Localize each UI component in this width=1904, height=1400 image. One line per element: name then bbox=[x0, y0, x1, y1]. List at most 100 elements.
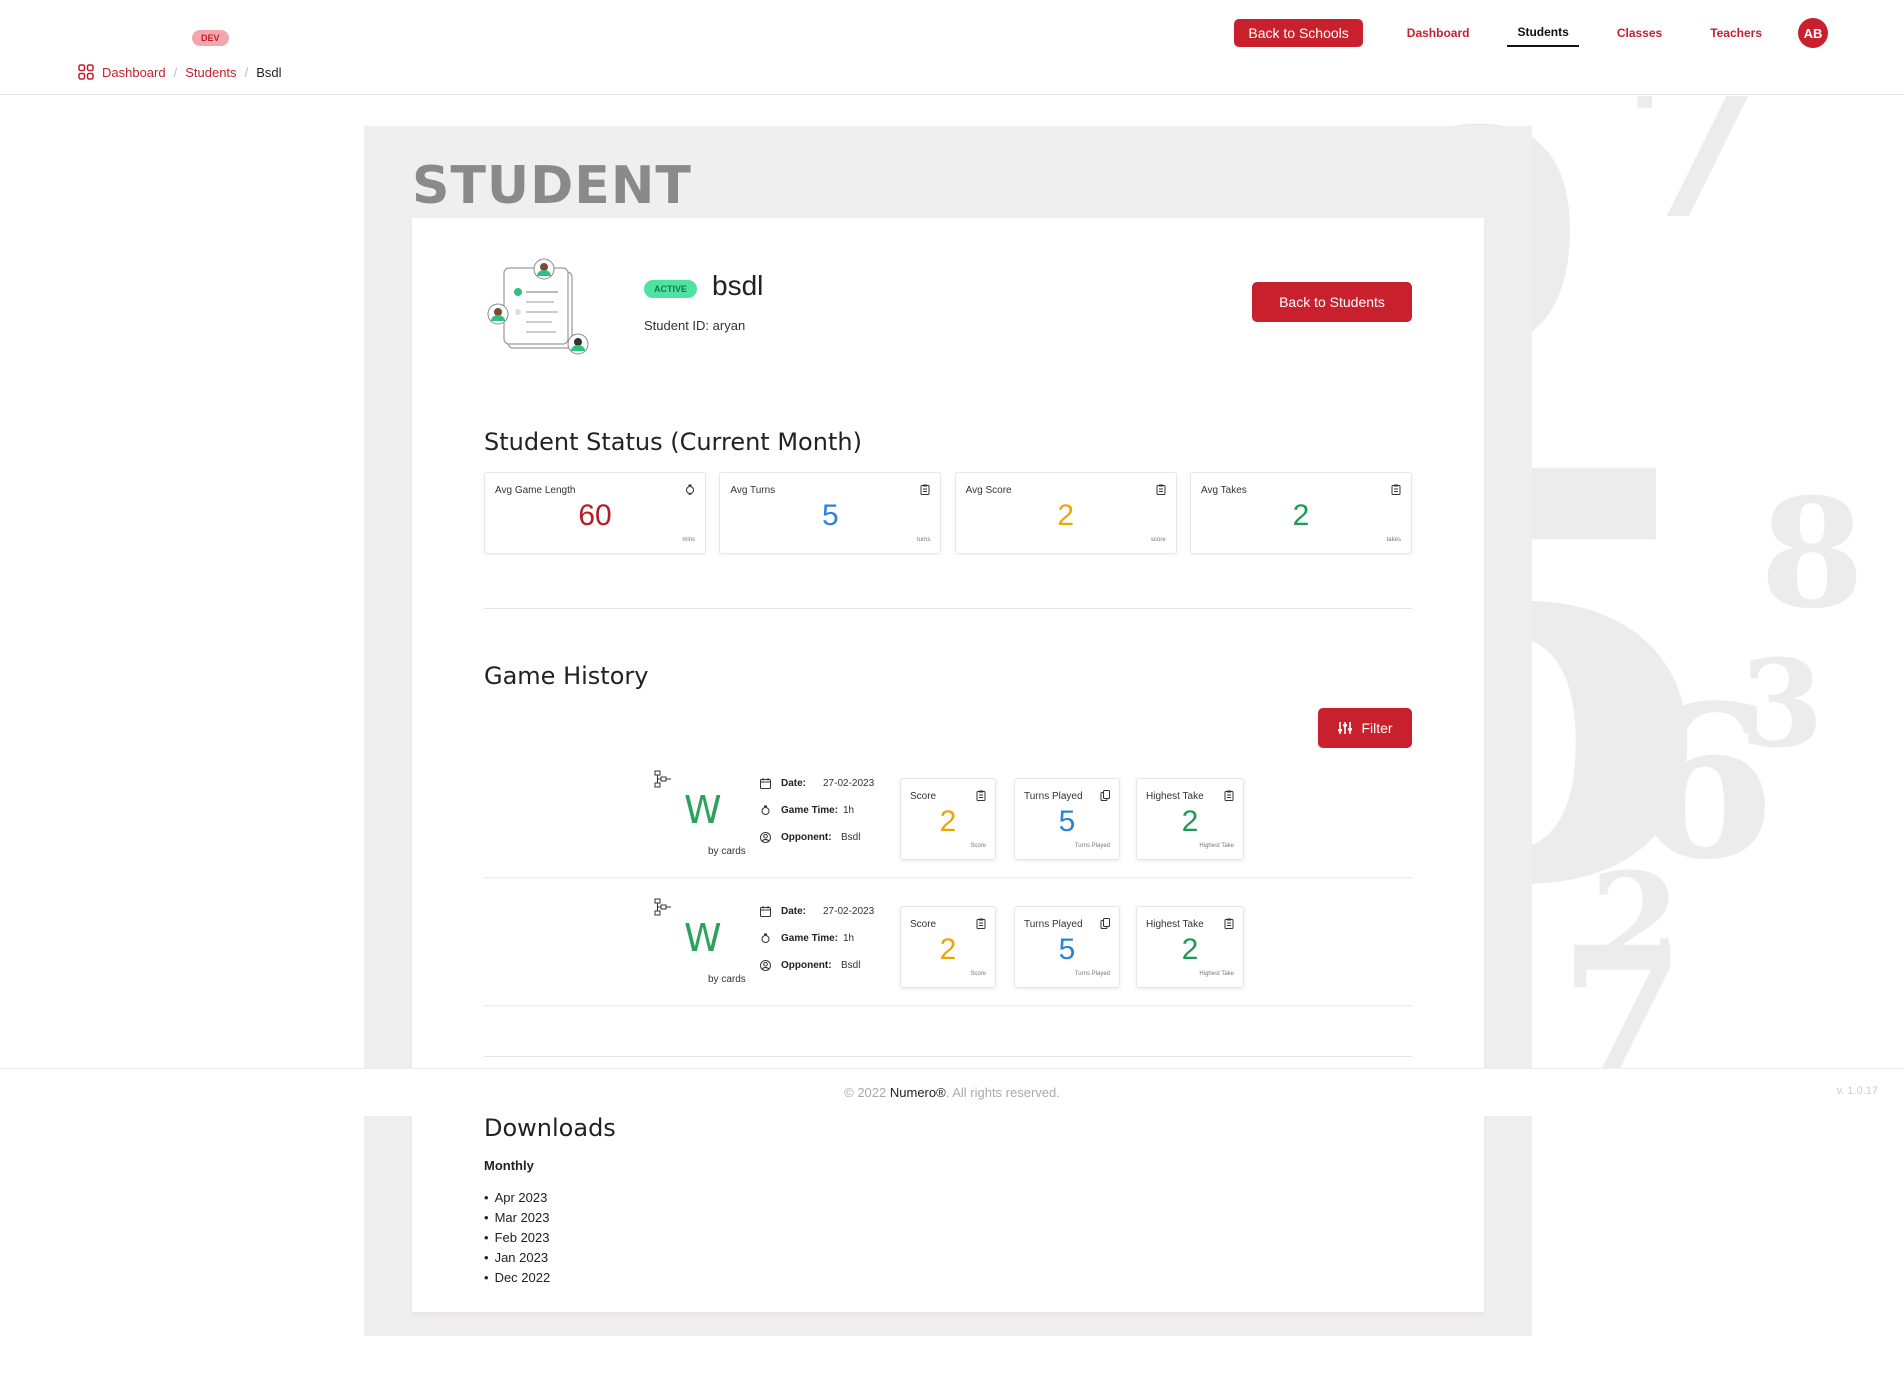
page-title: STUDENT bbox=[412, 156, 692, 216]
breadcrumb-separator: / bbox=[173, 64, 178, 80]
download-link-jan-2023[interactable]: Jan 2023 bbox=[484, 1248, 550, 1268]
stat-card-avg-takes: Avg Takes 2 takes bbox=[1189, 472, 1412, 554]
stat-value: 2 bbox=[1057, 499, 1074, 532]
download-link-dec-2022[interactable]: Dec 2022 bbox=[484, 1268, 551, 1288]
game-time: Game Time: 1h bbox=[760, 933, 854, 944]
game-score-card: Score 2 Score bbox=[900, 778, 996, 860]
stat-card-avg-score: Avg Score 2 score bbox=[954, 472, 1177, 554]
copyright: © 2022 Numero®. All rights reserved. bbox=[0, 1085, 1904, 1100]
stat-label: Avg Turns bbox=[730, 485, 776, 496]
turns-label: Turns Played bbox=[1024, 791, 1083, 802]
game-opponent: Opponent: Bsdl bbox=[760, 832, 860, 843]
clipboard-icon bbox=[976, 790, 986, 801]
game-tree-icon bbox=[654, 770, 671, 788]
user-circle-icon bbox=[760, 832, 771, 843]
breadcrumb-dashboard[interactable]: Dashboard bbox=[102, 65, 166, 80]
clipboard-icon bbox=[1156, 484, 1166, 495]
svg-text:0: 0 bbox=[1600, 694, 1690, 847]
footer: © 2022 Numero®. All rights reserved. v. … bbox=[0, 1068, 1904, 1116]
svg-text:3: 3 bbox=[1740, 634, 1824, 775]
calendar-icon bbox=[760, 906, 771, 917]
game-win-method: by cards bbox=[708, 846, 746, 857]
stat-unit: turns bbox=[916, 537, 931, 543]
stat-value: 60 bbox=[578, 499, 612, 532]
highest-take-label: Highest Take bbox=[1146, 919, 1204, 930]
stat-card-avg-game-length: Avg Game Length 60 mins bbox=[484, 472, 706, 554]
game-history-row[interactable]: W by cards Date: 27-02-2023 Game Time: 1… bbox=[484, 766, 1412, 878]
cards-icon bbox=[1100, 790, 1110, 801]
download-link-feb-2023[interactable]: Feb 2023 bbox=[484, 1228, 550, 1248]
date-value: 27-02-2023 bbox=[823, 906, 875, 917]
game-time-label: Game Time: bbox=[781, 805, 839, 816]
game-highest-take-card: Highest Take 2 Highest Take bbox=[1136, 778, 1244, 860]
back-to-students-button[interactable]: Back to Students bbox=[1252, 282, 1412, 322]
stat-card-avg-turns: Avg Turns 5 turns bbox=[719, 472, 942, 554]
clock-icon bbox=[686, 484, 694, 495]
opponent-value: Bsdl bbox=[841, 832, 861, 843]
brand-name: Numero® bbox=[889, 1085, 946, 1100]
stat-value: 5 bbox=[821, 499, 839, 532]
breadcrumb-students[interactable]: Students bbox=[185, 65, 236, 80]
clipboard-icon bbox=[976, 918, 986, 929]
clipboard-icon bbox=[1224, 918, 1234, 929]
user-avatar[interactable]: AB bbox=[1798, 18, 1828, 48]
opponent-value: Bsdl bbox=[841, 960, 861, 971]
nav-classes[interactable]: Classes bbox=[1607, 20, 1672, 46]
downloads-heading: Downloads bbox=[484, 1114, 616, 1142]
student-card: ACTIVE bsdl Student ID: aryan Back to St… bbox=[412, 218, 1484, 1312]
filter-button[interactable]: Filter bbox=[1318, 708, 1412, 748]
stat-value: 2 bbox=[1292, 499, 1310, 532]
date-value: 27-02-2023 bbox=[823, 778, 875, 789]
svg-text:7: 7 bbox=[1560, 908, 1685, 1068]
downloads-list: Apr 2023 Mar 2023 Feb 2023 Jan 2023 Dec … bbox=[484, 1188, 551, 1288]
highest-take-value: 2 bbox=[1181, 933, 1199, 966]
breadcrumb: Dashboard / Students / Bsdl bbox=[78, 64, 281, 80]
game-history-heading: Game History bbox=[484, 662, 649, 690]
score-unit: Score bbox=[970, 971, 986, 977]
game-win-method: by cards bbox=[708, 974, 746, 985]
game-history-row[interactable]: W by cards Date: 27-02-2023 Game Time: 1… bbox=[484, 894, 1412, 1006]
downloads-monthly-label: Monthly bbox=[484, 1158, 534, 1173]
nav-dashboard[interactable]: Dashboard bbox=[1397, 20, 1480, 46]
filter-label: Filter bbox=[1361, 720, 1393, 736]
game-highest-take-card: Highest Take 2 Highest Take bbox=[1136, 906, 1244, 988]
opponent-label: Opponent: bbox=[781, 832, 832, 843]
dashboard-grid-icon bbox=[78, 64, 94, 80]
svg-text:7: 7 bbox=[1620, 96, 1773, 268]
game-time-value: 1h bbox=[843, 933, 855, 944]
clock-icon bbox=[761, 933, 770, 943]
clipboard-icon bbox=[920, 484, 930, 495]
section-divider bbox=[484, 608, 1412, 609]
stat-unit: takes bbox=[1386, 537, 1401, 543]
download-link-apr-2023[interactable]: Apr 2023 bbox=[484, 1188, 550, 1208]
game-turns-card: Turns Played 5 Turns Played bbox=[1014, 778, 1120, 860]
game-time: Game Time: 1h bbox=[760, 805, 854, 816]
clipboard-icon bbox=[1224, 790, 1234, 801]
game-date: Date: 27-02-2023 bbox=[760, 778, 874, 789]
stat-label: Avg Takes bbox=[1200, 485, 1247, 496]
score-value: 2 bbox=[939, 933, 957, 966]
calendar-icon bbox=[760, 778, 771, 789]
stat-cards: Avg Game Length 60 mins Avg Turns 5 turn… bbox=[484, 472, 1412, 554]
back-to-schools-button[interactable]: Back to Schools bbox=[1234, 19, 1363, 47]
turns-value: 5 bbox=[1058, 805, 1076, 838]
nav-teachers[interactable]: Teachers bbox=[1700, 20, 1772, 46]
game-opponent: Opponent: Bsdl bbox=[760, 960, 860, 971]
section-divider bbox=[484, 1056, 1412, 1057]
game-time-value: 1h bbox=[843, 805, 855, 816]
game-date: Date: 27-02-2023 bbox=[760, 906, 874, 917]
student-status-heading: Student Status (Current Month) bbox=[484, 428, 862, 456]
app-version: v. 1.0.17 bbox=[1836, 1085, 1878, 1097]
opponent-label: Opponent: bbox=[781, 960, 832, 971]
highest-take-unit: Highest Take bbox=[1199, 971, 1234, 977]
game-result: W bbox=[684, 788, 722, 832]
game-result: W bbox=[684, 916, 722, 960]
score-unit: Score bbox=[970, 843, 986, 849]
download-link-mar-2023[interactable]: Mar 2023 bbox=[484, 1208, 550, 1228]
breadcrumb-current: Bsdl bbox=[256, 64, 282, 80]
turns-label: Turns Played bbox=[1024, 919, 1083, 930]
student-panel: STUDENT ACTIVE bsdl Student ID: aryan Ba… bbox=[364, 126, 1532, 1336]
highest-take-value: 2 bbox=[1181, 805, 1199, 838]
nav-students[interactable]: Students bbox=[1507, 19, 1579, 47]
date-label: Date: bbox=[781, 778, 807, 789]
